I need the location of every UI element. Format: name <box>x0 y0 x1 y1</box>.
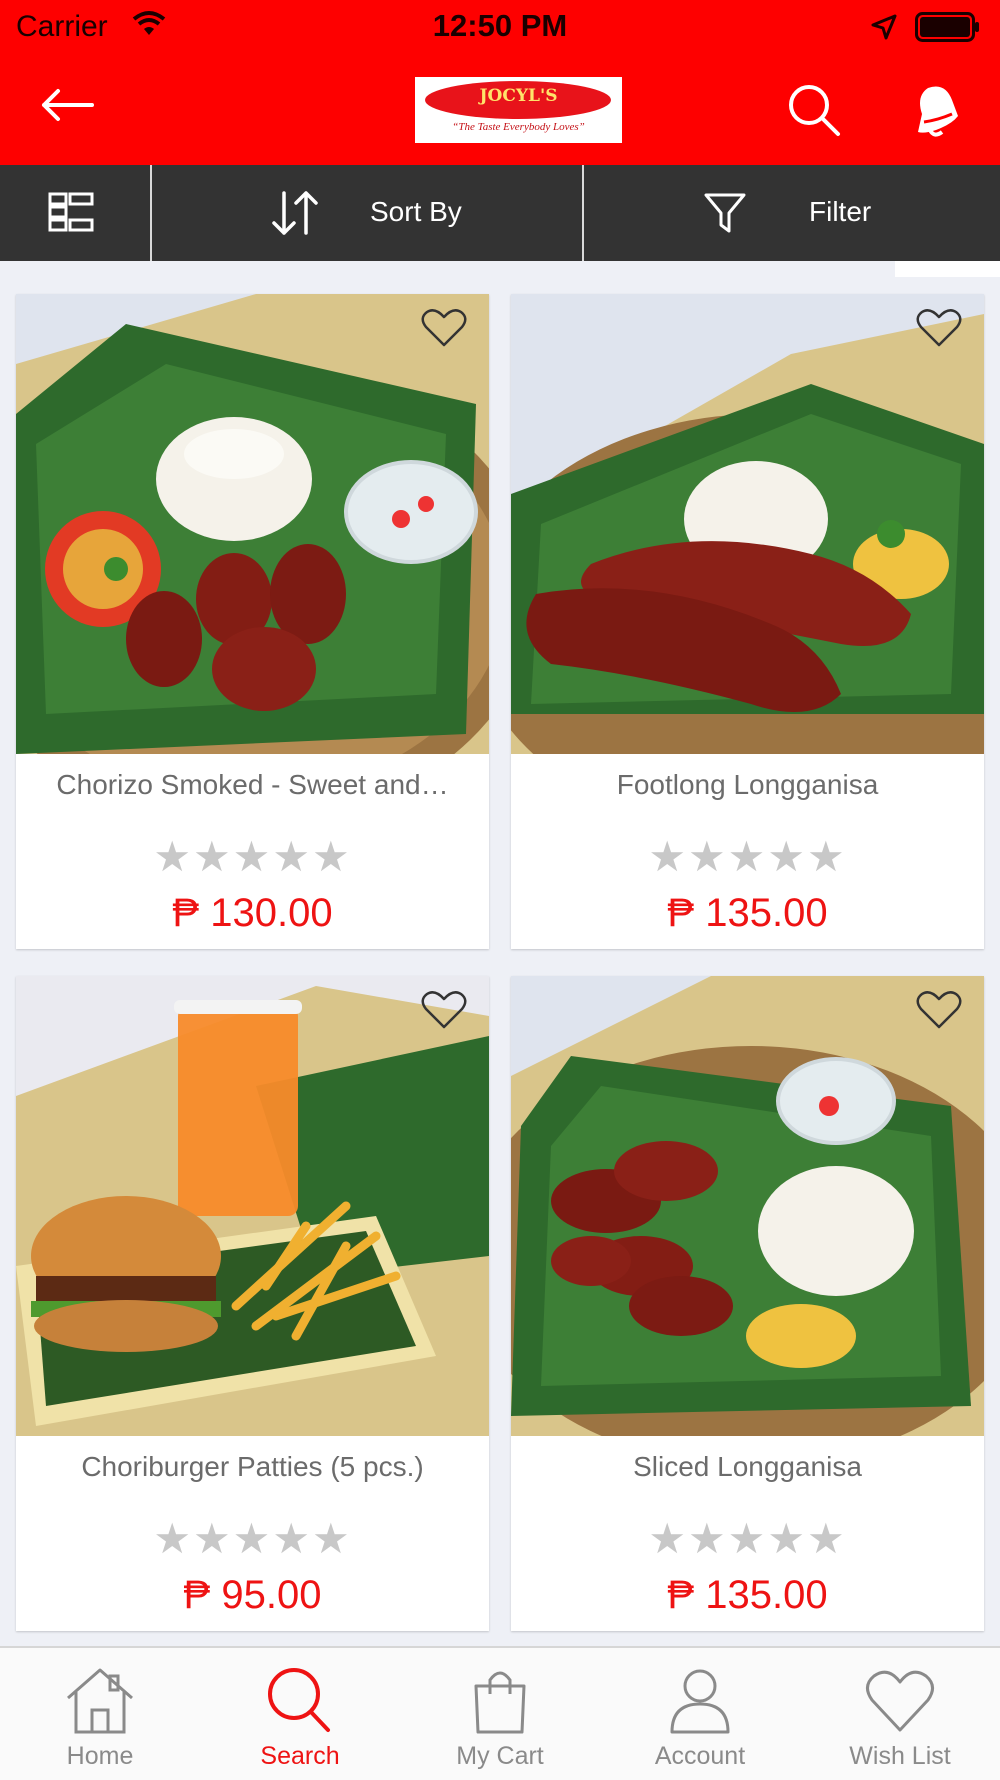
filter-button[interactable]: Filter <box>585 165 1000 261</box>
notification-bell-icon[interactable] <box>912 82 962 138</box>
product-image <box>511 976 984 1436</box>
status-bar: Carrier 12:50 PM <box>0 0 1000 55</box>
tab-label: My Cart <box>456 1742 544 1770</box>
product-price: ₱ 135.00 <box>667 891 828 935</box>
rating-stars: ★★★★★ <box>153 833 352 880</box>
tab-label: Search <box>260 1742 340 1770</box>
tab-search[interactable]: Search <box>200 1648 400 1780</box>
wishlist-heart-icon[interactable] <box>421 990 467 1030</box>
tab-account[interactable]: Account <box>600 1648 800 1780</box>
user-icon <box>670 1669 730 1734</box>
shopping-bag-icon <box>474 1671 526 1734</box>
filter-funnel-icon <box>704 193 746 233</box>
location-arrow-icon <box>871 14 897 40</box>
battery-icon <box>915 12 979 42</box>
rating-stars: ★★★★★ <box>648 1515 847 1562</box>
product-price: ₱ 135.00 <box>667 1573 828 1617</box>
tab-label: Home <box>66 1742 134 1770</box>
tab-label: Wish List <box>849 1742 951 1770</box>
product-card[interactable]: Choriburger Patties (5 pcs.) ★★★★★ ₱ 95.… <box>16 976 489 1631</box>
food-photo-sliced-longganisa <box>511 976 984 1436</box>
list-view-icon <box>48 192 94 232</box>
sort-button[interactable]: Sort By <box>152 165 582 261</box>
product-price: ₱ 130.00 <box>172 891 333 935</box>
product-price: ₱ 95.00 <box>183 1573 322 1617</box>
rating-stars: ★★★★★ <box>648 833 847 880</box>
brand-logo: JOCYL'S “The Taste Everybody Loves” <box>415 77 622 143</box>
product-card[interactable]: Footlong Longganisa ★★★★★ ₱ 135.00 <box>511 294 984 949</box>
view-toggle-button[interactable] <box>0 165 150 261</box>
back-arrow-icon[interactable] <box>40 88 94 122</box>
product-name: Sliced Longganisa <box>633 1451 862 1482</box>
product-card[interactable]: Chorizo Smoked - Sweet and… ★★★★★ ₱ 130.… <box>16 294 489 949</box>
tab-home[interactable]: Home <box>0 1648 200 1780</box>
heart-icon <box>866 1670 934 1732</box>
wishlist-heart-icon[interactable] <box>916 308 962 348</box>
wishlist-heart-icon[interactable] <box>916 990 962 1030</box>
filter-label: Filter <box>809 196 872 227</box>
product-name: Choriburger Patties (5 pcs.) <box>81 1451 424 1482</box>
status-time: 12:50 PM <box>432 8 568 43</box>
search-icon <box>268 1668 330 1732</box>
food-photo-chorizo <box>16 294 489 754</box>
food-photo-footlong <box>511 294 984 754</box>
product-image <box>16 294 489 754</box>
toolbar-shadow-strip <box>895 261 1000 277</box>
tab-wish-list[interactable]: Wish List <box>800 1648 1000 1780</box>
food-photo-choriburger <box>16 976 489 1436</box>
logo-text: JOCYL'S <box>479 86 558 106</box>
toolbar-divider <box>582 165 584 261</box>
tab-my-cart[interactable]: My Cart <box>400 1648 600 1780</box>
product-card[interactable]: Sliced Longganisa ★★★★★ ₱ 135.00 <box>511 976 984 1631</box>
product-name: Footlong Longganisa <box>616 769 879 800</box>
product-image <box>16 976 489 1436</box>
product-image <box>511 294 984 754</box>
product-name: Chorizo Smoked - Sweet and… <box>56 769 449 800</box>
logo-tagline: “The Taste Everybody Loves” <box>452 121 585 133</box>
app-header: Carrier 12:50 PM JOCYL'S “The Taste Ever… <box>0 0 1000 165</box>
sort-label: Sort By <box>370 196 462 227</box>
sort-arrows-icon <box>272 191 318 235</box>
home-icon <box>67 1668 133 1734</box>
list-toolbar: Sort By Filter <box>0 165 1000 261</box>
wishlist-heart-icon[interactable] <box>421 308 467 348</box>
rating-stars: ★★★★★ <box>153 1515 352 1562</box>
search-icon[interactable] <box>786 82 842 138</box>
tab-label: Account <box>654 1742 746 1770</box>
bottom-tab-bar: Home Search My Cart Account Wish List <box>0 1646 1000 1780</box>
